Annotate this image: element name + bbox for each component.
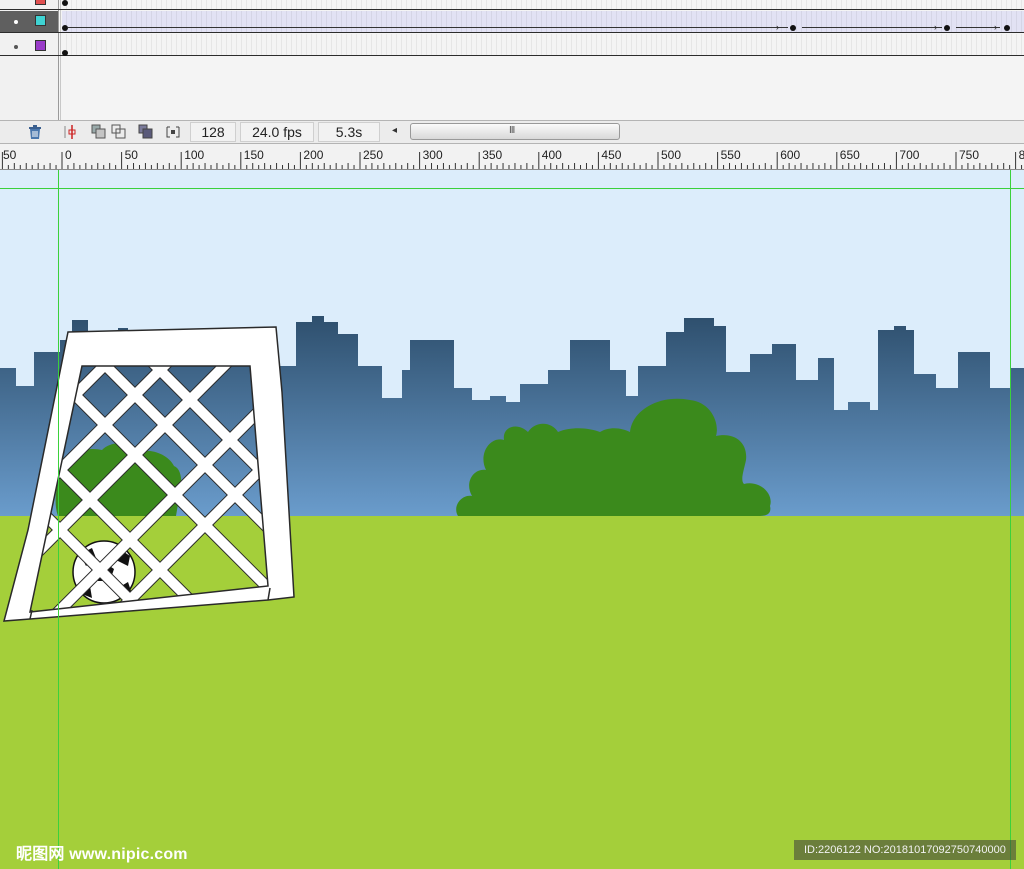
layer-color-swatch[interactable] [35, 15, 46, 26]
ruler-label: 50 [3, 148, 17, 162]
watermark-id: ID:2206122 NO:20181017092750740000 [794, 840, 1016, 860]
frame-strip[interactable] [62, 0, 1024, 9]
trash-icon[interactable] [27, 124, 43, 140]
ruler-label: 650 [839, 148, 860, 162]
ruler-label: 250 [363, 148, 384, 162]
keyframe-dot[interactable] [944, 25, 950, 31]
frame-strip[interactable]: › › › [62, 11, 1024, 32]
center-frame-icon[interactable] [64, 124, 80, 140]
ruler-label: 8 [1019, 149, 1024, 161]
layer-row-3[interactable] [0, 34, 1024, 56]
ruler-label: 350 [482, 148, 503, 162]
edit-multiple-frames-icon[interactable] [138, 124, 154, 140]
layer-visibility-dot[interactable] [14, 20, 18, 24]
onion-skin-icon[interactable] [91, 124, 107, 140]
scrollbar-grip: III [509, 125, 515, 136]
tween-line [802, 27, 942, 28]
keyframe-dot[interactable] [62, 50, 68, 56]
layer-color-swatch[interactable] [35, 40, 46, 51]
tween-line [68, 27, 788, 28]
ruler-ticks [1, 152, 1023, 169]
onion-skin-outlines-icon[interactable] [111, 124, 127, 140]
keyframe-dot[interactable] [1004, 25, 1010, 31]
frame-rate-field[interactable]: 24.0 fps [240, 122, 314, 142]
ruler-label: 750 [959, 148, 980, 162]
modify-onion-markers-icon[interactable] [165, 124, 181, 140]
keyframe-dot[interactable] [62, 0, 68, 6]
ruler-label: 600 [780, 148, 801, 162]
ruler-label: 550 [720, 148, 741, 162]
ruler-label: 100 [184, 148, 205, 162]
stage-canvas[interactable]: 昵图网 www.nipic.com ID:2206122 NO:20181017… [0, 170, 1024, 869]
ruler-label: 150 [243, 148, 264, 162]
ruler-label: 700 [899, 148, 920, 162]
ruler-label: 200 [303, 148, 324, 162]
ruler-label: 450 [601, 148, 622, 162]
horizontal-scrollbar-thumb[interactable]: III [410, 123, 620, 140]
elapsed-time-field: 5.3s [318, 122, 380, 142]
layer-head-2[interactable] [0, 11, 58, 32]
layer-head-1[interactable] [0, 0, 58, 9]
layer-head-3[interactable] [0, 34, 58, 55]
tween-arrow: › [994, 22, 997, 32]
ruler-label: 0 [65, 148, 72, 162]
guide-horizontal-top[interactable] [0, 188, 1024, 189]
layer-row-2[interactable]: › › › [0, 11, 1024, 33]
timeline-status-bar: 128 24.0 fps 5.3s ◂ III [0, 120, 1024, 144]
layer-row-1[interactable] [0, 0, 1024, 10]
guide-vertical-left[interactable] [58, 170, 59, 869]
current-frame-field[interactable]: 128 [190, 122, 236, 142]
stage-artwork [0, 170, 1024, 869]
ruler-label: 300 [422, 148, 443, 162]
layer-visibility-dot[interactable] [14, 45, 18, 49]
ruler-label: 50 [124, 148, 138, 162]
tween-arrow: › [934, 22, 937, 32]
scroll-left-arrow-icon[interactable]: ◂ [392, 125, 397, 136]
layer-color-swatch[interactable] [35, 0, 46, 5]
watermark-site: 昵图网 www.nipic.com [16, 846, 188, 863]
keyframe-dot[interactable] [790, 25, 796, 31]
ruler-label: 500 [661, 148, 682, 162]
keyframe-dot[interactable] [62, 25, 68, 31]
frame-strip[interactable] [62, 34, 1024, 56]
guide-vertical-right[interactable] [1010, 170, 1011, 869]
horizontal-ruler[interactable]: 50 0 50 100 150 200 250 300 350 400 450 500 550 600 65… [0, 144, 1024, 170]
tween-arrow: › [776, 22, 779, 32]
ruler-label: 400 [541, 148, 562, 162]
timeline-panel: › › › [0, 0, 1024, 120]
